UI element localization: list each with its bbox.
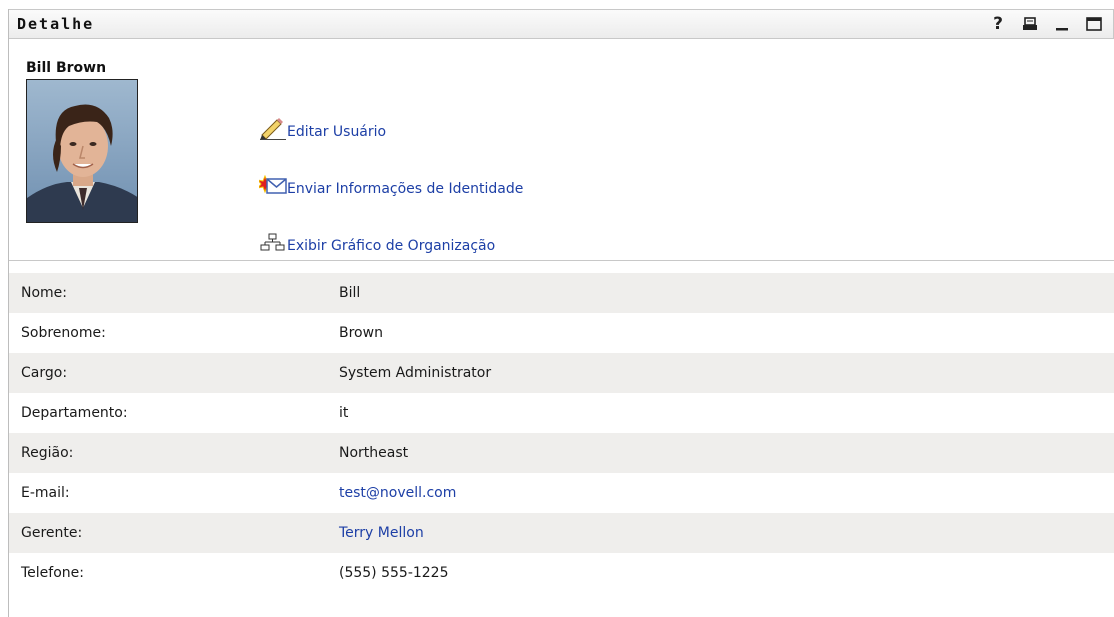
minimize-icon[interactable] [1053, 14, 1071, 34]
detail-row-manager: Gerente: Terry Mellon [9, 513, 1114, 553]
field-value: System Administrator [339, 365, 492, 381]
user-header: Bill Brown Editar Usuário Enviar Informa… [9, 39, 1114, 261]
detail-row-first-name: Nome: Bill [9, 273, 1114, 313]
detail-row-department: Departamento: it [9, 393, 1114, 433]
send-identity-info-label: Enviar Informações de Identidade [287, 181, 524, 197]
send-identity-info-link[interactable]: Enviar Informações de Identidade [256, 174, 524, 197]
email-icon [256, 174, 287, 197]
detail-portlet: Detalhe ? Bill Brown Editar Usuário Envi… [8, 9, 1114, 617]
detail-row-phone: Telefone: (555) 555-1225 [9, 553, 1114, 593]
field-label: Sobrenome: [21, 325, 106, 341]
field-label: Gerente: [21, 525, 83, 541]
field-label: Cargo: [21, 365, 68, 381]
detail-row-email: E-mail: test@novell.com [9, 473, 1114, 513]
user-name: Bill Brown [26, 60, 107, 76]
org-chart-label: Exibir Gráfico de Organização [287, 238, 496, 254]
portlet-controls: ? [989, 14, 1103, 34]
field-value: Bill [339, 285, 361, 301]
manager-link[interactable]: Terry Mellon [339, 525, 424, 541]
user-details-table: Nome: Bill Sobrenome: Brown Cargo: Syste… [9, 273, 1114, 593]
field-label: Região: [21, 445, 74, 461]
detail-row-last-name: Sobrenome: Brown [9, 313, 1114, 353]
portlet-title-bar: Detalhe ? [9, 9, 1114, 39]
field-label: Departamento: [21, 405, 128, 421]
field-label: E-mail: [21, 485, 70, 501]
field-label: Nome: [21, 285, 68, 301]
org-chart-icon [259, 232, 287, 254]
detail-row-region: Região: Northeast [9, 433, 1114, 473]
email-link[interactable]: test@novell.com [339, 485, 456, 501]
maximize-icon[interactable] [1085, 14, 1103, 34]
field-value: Brown [339, 325, 383, 341]
detail-row-title: Cargo: System Administrator [9, 353, 1114, 393]
portlet-title: Detalhe [17, 15, 95, 33]
edit-user-link[interactable]: Editar Usuário [259, 118, 386, 140]
help-icon[interactable]: ? [989, 14, 1007, 34]
org-chart-link[interactable]: Exibir Gráfico de Organização [259, 232, 495, 254]
pencil-icon [259, 118, 287, 140]
field-label: Telefone: [21, 565, 84, 581]
field-value: it [339, 405, 349, 421]
user-photo [26, 79, 138, 223]
field-value: Northeast [339, 445, 409, 461]
edit-user-label: Editar Usuário [287, 124, 387, 140]
print-icon[interactable] [1021, 14, 1039, 34]
field-value: (555) 555-1225 [339, 565, 449, 581]
